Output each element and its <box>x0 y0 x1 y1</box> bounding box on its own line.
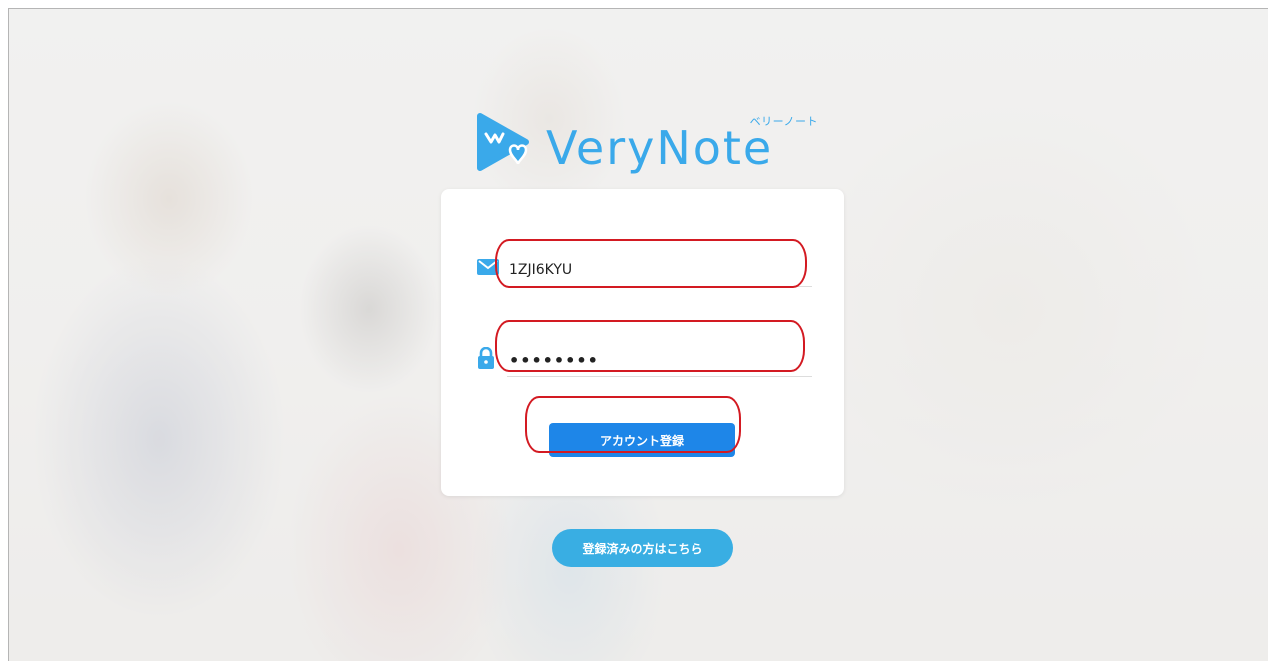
mail-icon <box>477 259 499 275</box>
email-input[interactable] <box>509 253 799 287</box>
brand-logo: VeryNote ベリーノート <box>474 107 834 177</box>
page-frame: VeryNote ベリーノート アカウント登録 登録済みの方はこちら <box>8 8 1268 661</box>
register-account-button[interactable]: アカウント登録 <box>549 423 735 457</box>
password-field <box>507 343 812 377</box>
lock-icon <box>478 347 494 369</box>
password-input[interactable] <box>509 343 799 377</box>
existing-user-login-button[interactable]: 登録済みの方はこちら <box>552 529 733 567</box>
brand-kana: ベリーノート <box>749 115 818 128</box>
brand-name: VeryNote <box>546 121 774 175</box>
verynote-logo-icon <box>477 113 529 171</box>
email-field <box>507 253 812 287</box>
signup-card: アカウント登録 <box>441 189 844 496</box>
